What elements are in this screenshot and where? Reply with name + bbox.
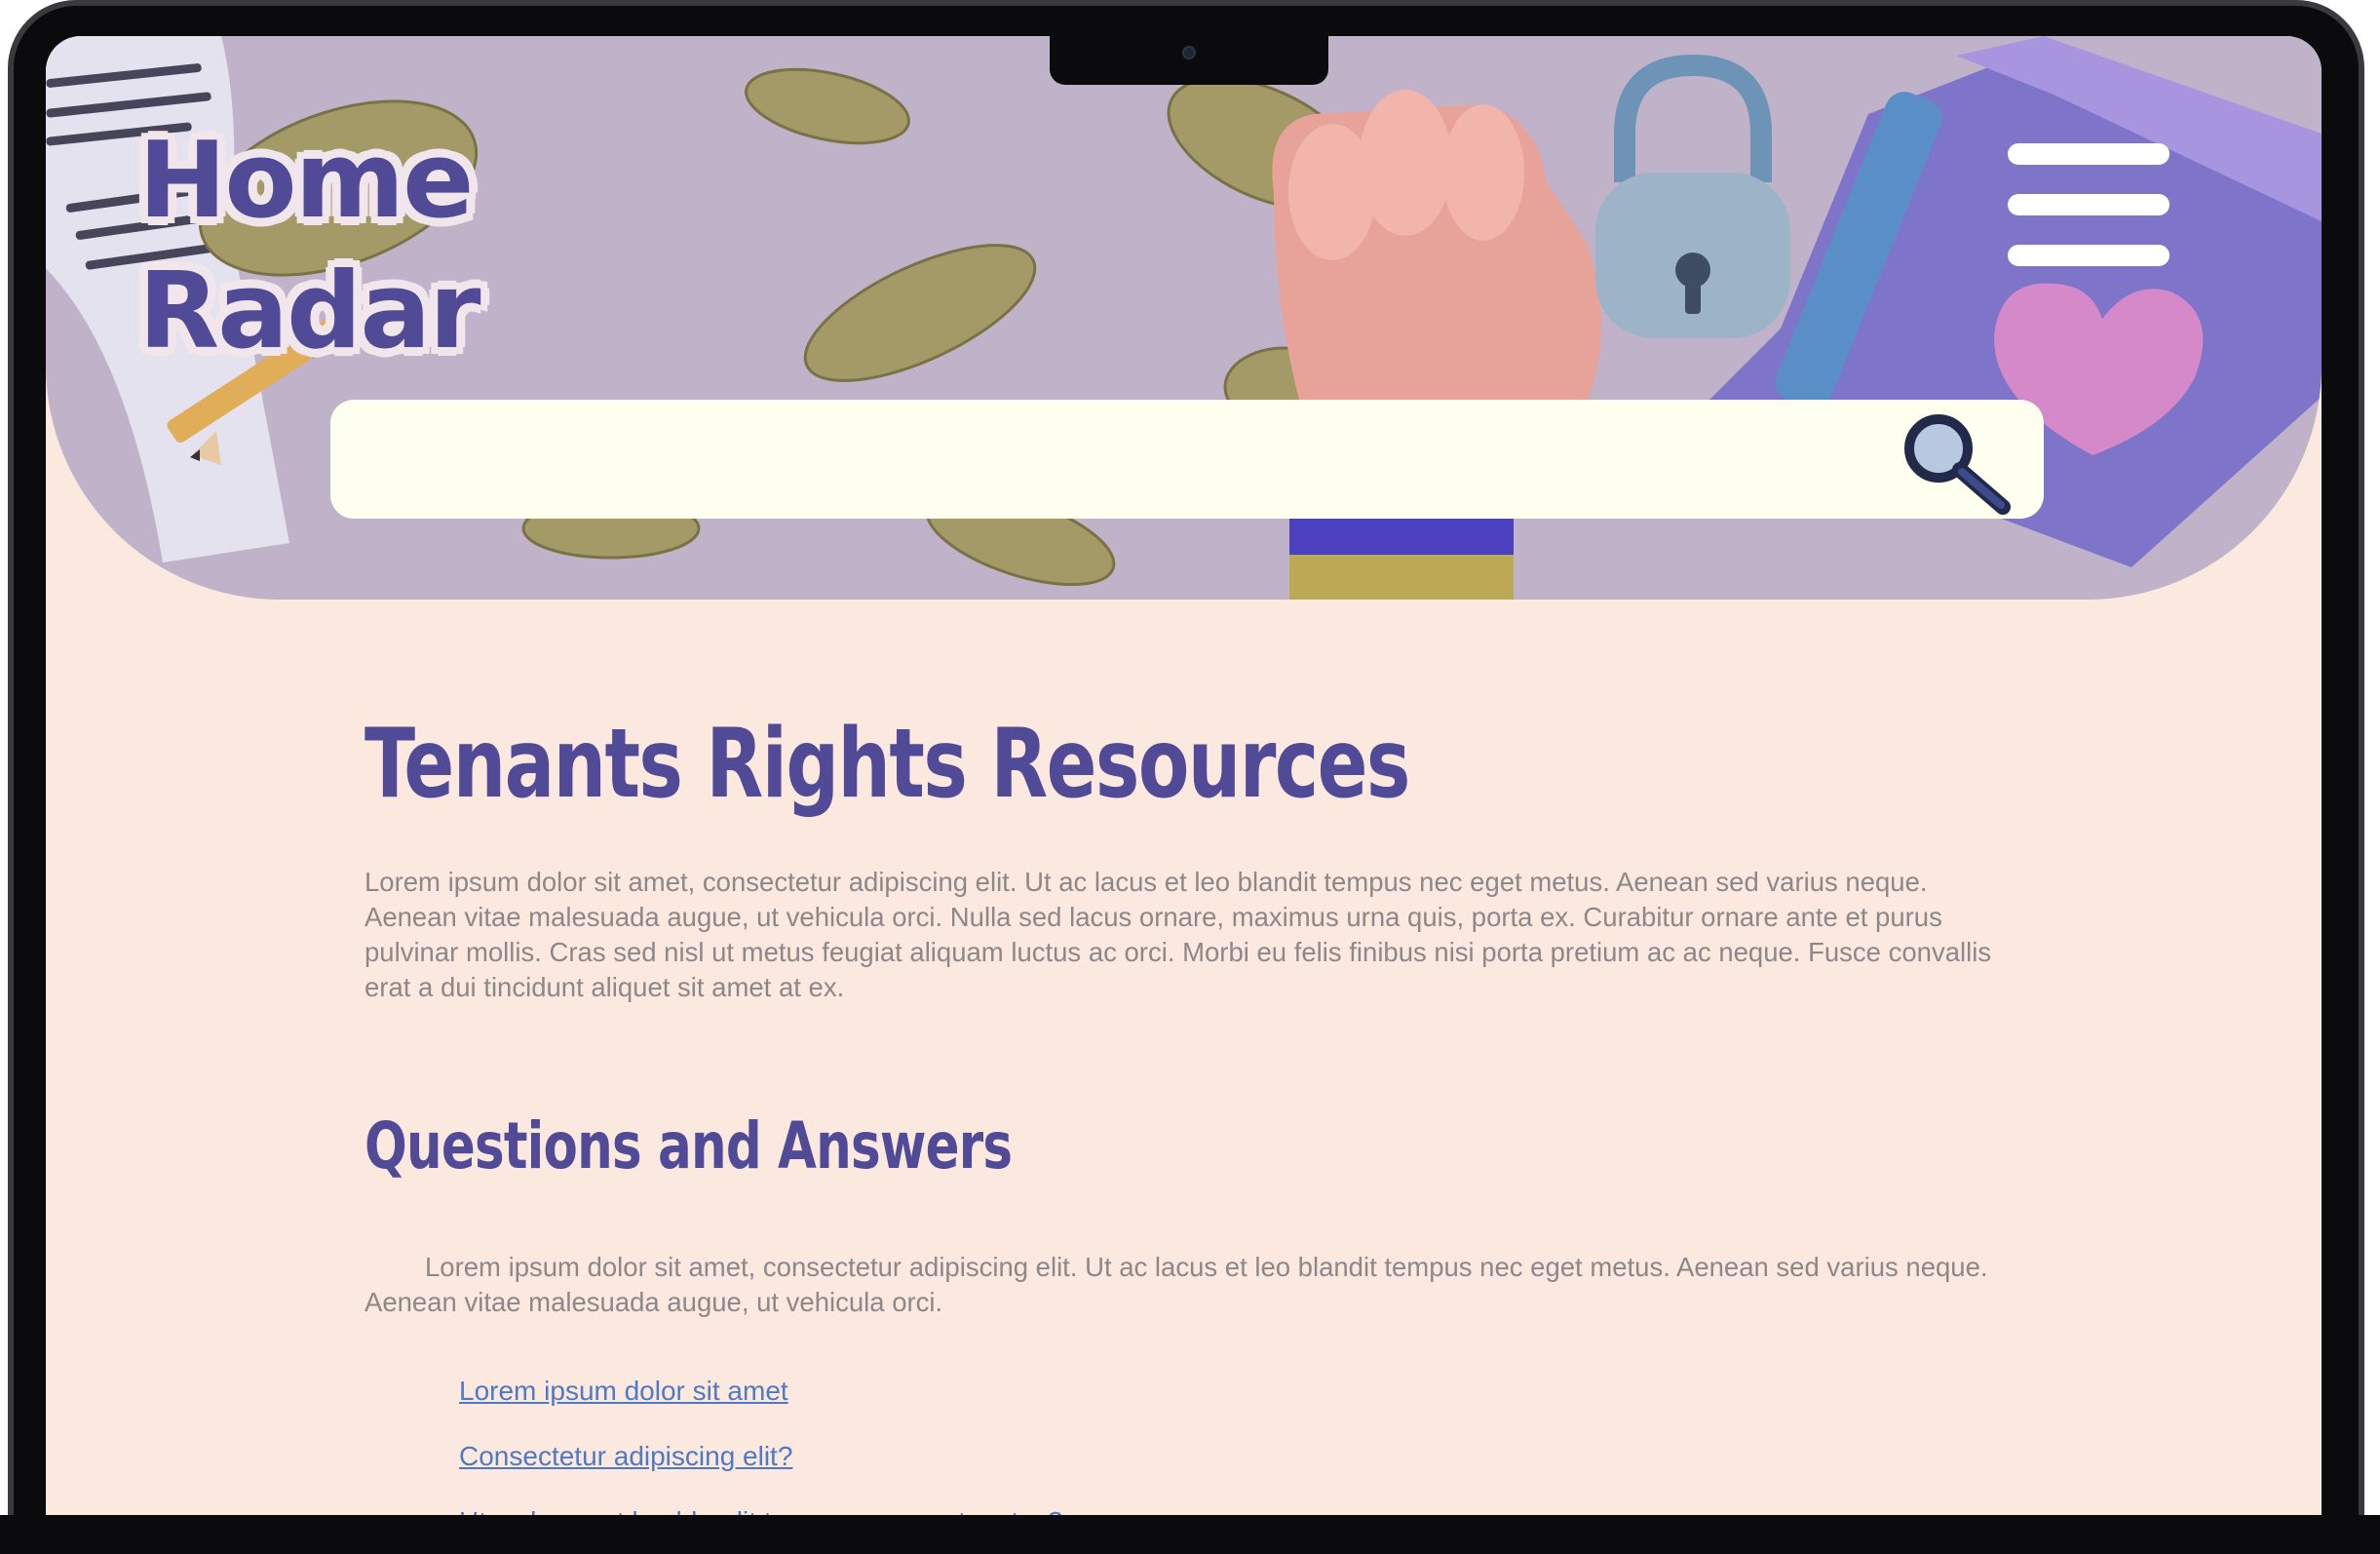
- hamburger-menu-icon[interactable]: [2008, 143, 2169, 266]
- raised-fist-icon: [1272, 90, 1601, 600]
- laptop-bottom-bezel: [0, 1515, 2380, 1554]
- intro-paragraph: Lorem ipsum dolor sit amet, consectetur …: [365, 867, 1992, 1002]
- site-logo[interactable]: Home Radar: [138, 116, 480, 377]
- hero-banner: Home Radar: [46, 36, 2322, 600]
- qa-link-list: Lorem ipsum dolor sit amet Consectetur a…: [459, 1376, 1062, 1516]
- qa-heading: Questions and Answers: [365, 1108, 1013, 1184]
- page-title: Tenants Rights Resources: [365, 709, 1410, 820]
- magnifier-icon: [1904, 414, 2011, 515]
- camera-notch: [1050, 36, 1328, 85]
- qa-intro-paragraph: Lorem ipsum dolor sit amet, consectetur …: [365, 1252, 1988, 1317]
- padlock-icon: [1595, 54, 1790, 338]
- search-input[interactable]: [360, 419, 1861, 499]
- qa-link[interactable]: Consectetur adipiscing elit?: [459, 1441, 1062, 1506]
- menu-bar: [2008, 143, 2169, 165]
- search-button[interactable]: [1890, 408, 2016, 517]
- logo-line-2: Radar: [138, 251, 480, 372]
- qa-link[interactable]: Lorem ipsum dolor sit amet: [459, 1376, 1062, 1441]
- search-bar: [330, 400, 2044, 519]
- menu-bar: [2008, 245, 2169, 266]
- menu-bar: [2008, 194, 2169, 215]
- logo-line-1: Home: [138, 120, 474, 242]
- camera-icon: [1182, 46, 1196, 59]
- browser-viewport: Home Radar Tenants Rights Resources Lore…: [46, 36, 2322, 1516]
